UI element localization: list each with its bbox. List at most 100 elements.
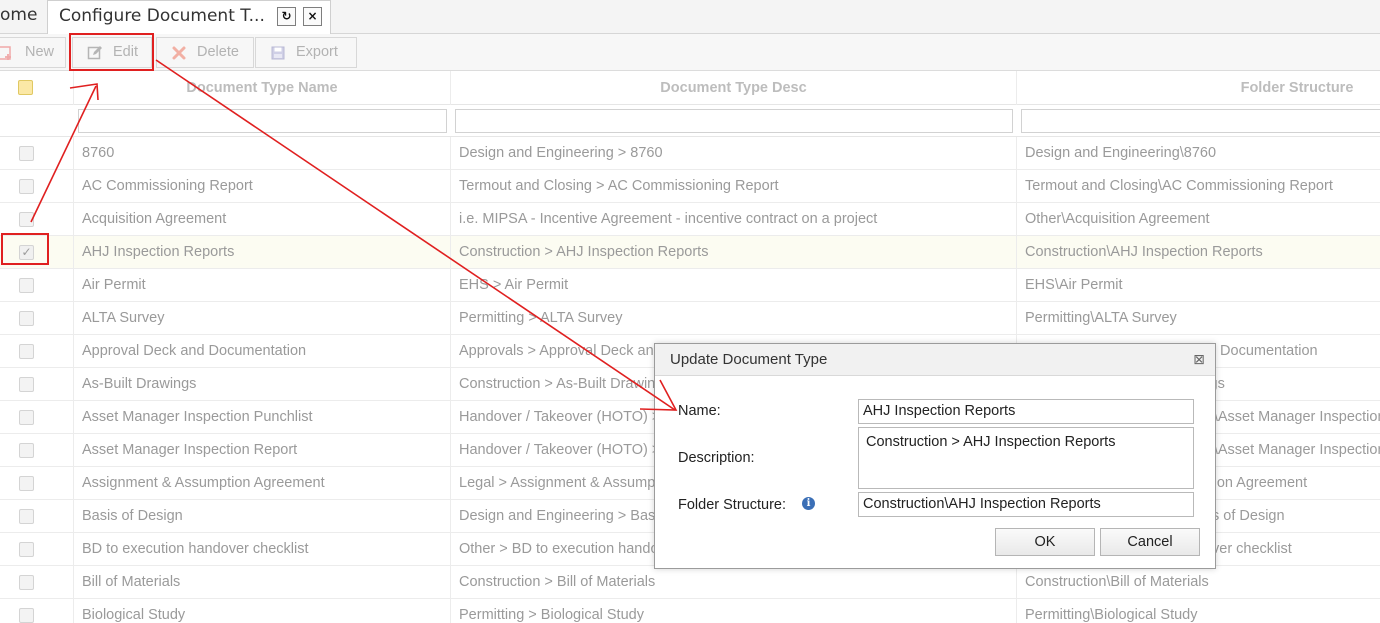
row-select-cell: [0, 269, 74, 302]
folder-structure-cell: Design and Engineering\8760: [1025, 145, 1217, 161]
row-checkbox[interactable]: [19, 344, 34, 359]
row-checkbox[interactable]: [19, 476, 34, 491]
document-type-desc-cell: EHS > Air Permit: [451, 269, 1017, 302]
row-checkbox[interactable]: [19, 179, 34, 194]
grid-header: Document Type Name Document Type Desc Fo…: [0, 71, 1380, 105]
folder-structure-cell: Termout and Closing\AC Commissioning Rep…: [1025, 178, 1333, 194]
row-checkbox[interactable]: [19, 410, 34, 425]
document-type-name-cell: 8760: [74, 137, 451, 170]
description-label: Description:: [678, 450, 755, 466]
row-checkbox[interactable]: ✓: [19, 245, 34, 260]
folder-structure-field[interactable]: Construction\AHJ Inspection Reports: [858, 492, 1194, 517]
folder-structure-cell: Permitting\Biological Study: [1025, 607, 1198, 623]
row-select-cell: [0, 137, 74, 170]
description-field[interactable]: Construction > AHJ Inspection Reports: [858, 427, 1194, 489]
table-row[interactable]: ✓ AHJ Inspection Reports Construction > AH…: [0, 236, 1380, 269]
row-checkbox[interactable]: [19, 542, 34, 557]
cancel-button[interactable]: Cancel: [1100, 528, 1200, 556]
row-select-cell: [0, 368, 74, 401]
save-icon: [271, 46, 285, 60]
delete-icon: [172, 46, 186, 60]
table-row[interactable]: Acquisition Agreement i.e. MIPSA - Incent…: [0, 203, 1380, 236]
row-checkbox[interactable]: [19, 509, 34, 524]
name-field[interactable]: AHJ Inspection Reports: [858, 399, 1194, 424]
folder-filter-input[interactable]: [1021, 109, 1380, 133]
column-header-folder[interactable]: Folder Structure: [1017, 71, 1380, 105]
export-label: Export: [296, 44, 338, 60]
document-type-name-cell: ALTA Survey: [74, 302, 451, 335]
column-header-name[interactable]: Document Type Name: [74, 71, 451, 105]
name-label: Name:: [678, 403, 721, 419]
delete-button[interactable]: Delete: [156, 37, 254, 68]
document-type-name-cell: Approval Deck and Documentation: [74, 335, 451, 368]
folder-structure-cell: Construction\AHJ Inspection Reports: [1025, 244, 1263, 260]
select-all-cell: [0, 71, 74, 105]
document-type-name-cell: Assignment & Assumption Agreement: [74, 467, 451, 500]
dialog-close-icon[interactable]: ⊠: [1191, 352, 1207, 368]
document-type-name-cell: AHJ Inspection Reports: [74, 236, 451, 269]
document-type-name-cell: Acquisition Agreement: [74, 203, 451, 236]
delete-label: Delete: [197, 44, 239, 60]
info-icon[interactable]: i: [802, 497, 815, 510]
desc-filter-input[interactable]: [455, 109, 1013, 133]
document-type-desc-cell: i.e. MIPSA - Incentive Agreement - incen…: [451, 203, 1017, 236]
row-checkbox[interactable]: [19, 146, 34, 161]
update-document-type-dialog: Update Document Type ⊠ Name: AHJ Inspect…: [654, 343, 1216, 569]
row-checkbox[interactable]: [19, 212, 34, 227]
new-button[interactable]: New: [0, 37, 66, 68]
document-type-name-cell: BD to execution handover checklist: [74, 533, 451, 566]
row-select-cell: [0, 203, 74, 236]
close-icon[interactable]: ×: [303, 7, 322, 26]
table-row[interactable]: Air Permit EHS > Air Permit EHS\Air Permit: [0, 269, 1380, 302]
row-select-cell: ✓: [0, 236, 74, 269]
filter-row: [0, 105, 1380, 137]
table-row[interactable]: AC Commissioning Report Termout and Closi…: [0, 170, 1380, 203]
document-type-name-cell: Bill of Materials: [74, 566, 451, 599]
row-select-cell: [0, 599, 74, 623]
tab-bar: ome Configure Document T... ↻ ×: [0, 0, 1380, 35]
row-checkbox[interactable]: [19, 443, 34, 458]
document-type-name-cell: AC Commissioning Report: [74, 170, 451, 203]
document-type-desc-cell: Permitting > ALTA Survey: [451, 302, 1017, 335]
column-header-desc[interactable]: Document Type Desc: [451, 71, 1017, 105]
document-type-desc-cell: Construction > Bill of Materials: [451, 566, 1017, 599]
table-row[interactable]: ALTA Survey Permitting > ALTA Survey Permi…: [0, 302, 1380, 335]
row-select-cell: [0, 335, 74, 368]
row-select-cell: [0, 533, 74, 566]
row-select-cell: [0, 434, 74, 467]
dialog-title: Update Document Type ⊠: [655, 344, 1215, 376]
edit-button[interactable]: Edit: [72, 37, 152, 68]
row-checkbox[interactable]: [19, 311, 34, 326]
ok-button[interactable]: OK: [995, 528, 1095, 556]
table-row[interactable]: Bill of Materials Construction > Bill of …: [0, 566, 1380, 599]
row-select-cell: [0, 170, 74, 203]
document-type-name-cell: Asset Manager Inspection Punchlist: [74, 401, 451, 434]
folder-structure-label: Folder Structure:: [678, 497, 786, 513]
dialog-title-text: Update Document Type: [670, 351, 828, 368]
new-label: New: [25, 44, 55, 60]
row-select-cell: [0, 467, 74, 500]
name-filter-input[interactable]: [78, 109, 447, 133]
select-all-checkbox[interactable]: [18, 80, 33, 95]
document-type-name-cell: Air Permit: [74, 269, 451, 302]
edit-icon: [87, 46, 102, 60]
export-button[interactable]: Export: [255, 37, 357, 68]
edit-label: Edit: [113, 44, 138, 60]
row-checkbox[interactable]: [19, 278, 34, 293]
folder-structure-cell: Construction\Bill of Materials: [1025, 574, 1209, 590]
table-row[interactable]: 8760 Design and Engineering > 8760 Design …: [0, 137, 1380, 170]
row-select-cell: [0, 500, 74, 533]
tab-home[interactable]: ome: [0, 0, 48, 34]
document-type-name-cell: Basis of Design: [74, 500, 451, 533]
refresh-icon[interactable]: ↻: [277, 7, 296, 26]
table-row[interactable]: Biological Study Permitting > Biological …: [0, 599, 1380, 623]
document-type-desc-cell: Design and Engineering > 8760: [451, 137, 1017, 170]
document-type-name-cell: As-Built Drawings: [74, 368, 451, 401]
tab-configure-document-types[interactable]: Configure Document T... ↻ ×: [47, 0, 331, 35]
row-checkbox[interactable]: [19, 575, 34, 590]
row-checkbox[interactable]: [19, 608, 34, 623]
row-checkbox[interactable]: [19, 377, 34, 392]
document-type-name-cell: Asset Manager Inspection Report: [74, 434, 451, 467]
toolbar: New Edit Delete Export: [0, 34, 1380, 71]
document-type-name-cell: Biological Study: [74, 599, 451, 623]
